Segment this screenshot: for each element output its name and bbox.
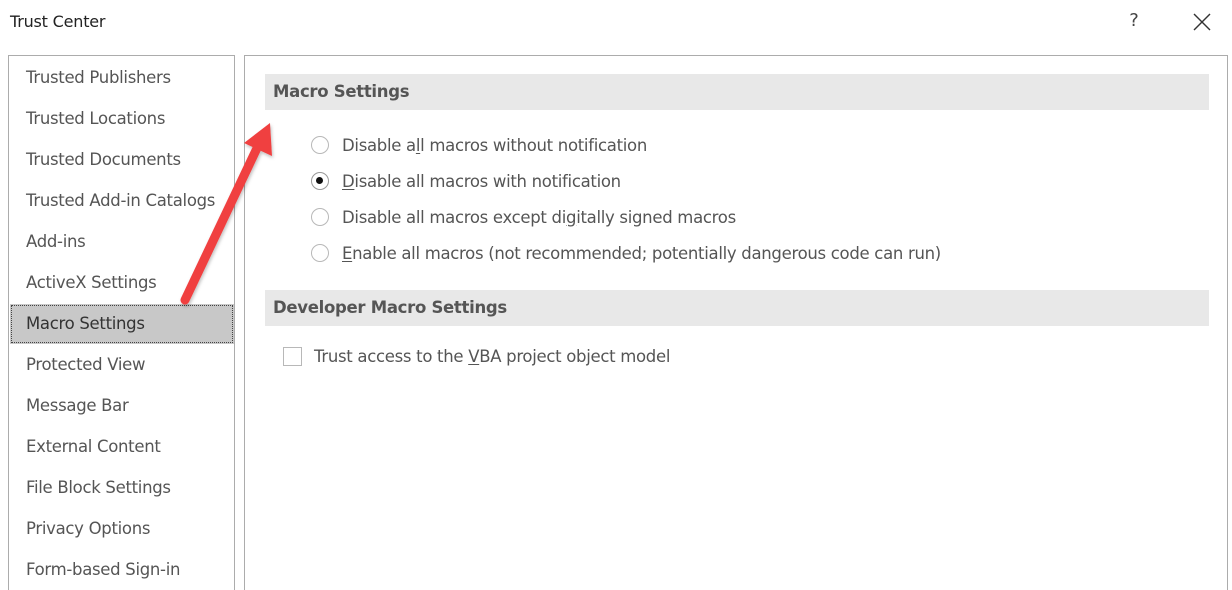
dialog-title: Trust Center bbox=[10, 12, 106, 31]
sidebar-item-message-bar[interactable]: Message Bar bbox=[10, 386, 234, 426]
sidebar-item-file-block-settings[interactable]: File Block Settings bbox=[10, 468, 234, 508]
radio-disable-without-notification[interactable]: Disable all macros without notification bbox=[311, 133, 647, 157]
radio-button[interactable] bbox=[311, 136, 329, 154]
checkbox[interactable] bbox=[283, 346, 302, 366]
sidebar-item-trusted-documents[interactable]: Trusted Documents bbox=[10, 140, 234, 180]
radio-disable-except-signed[interactable]: Disable all macros except digitally sign… bbox=[311, 205, 736, 229]
radio-button[interactable] bbox=[311, 244, 329, 262]
trust-center-dialog: Trust Center ? Trusted Publishers Truste… bbox=[0, 0, 1232, 590]
radio-label: Enable all macros (not recommended; pote… bbox=[342, 243, 941, 263]
sidebar-item-protected-view[interactable]: Protected View bbox=[10, 345, 234, 385]
sidebar-item-form-based-sign-in[interactable]: Form-based Sign-in bbox=[10, 550, 234, 590]
trust-vba-access-option[interactable]: Trust access to the VBA project object m… bbox=[283, 344, 670, 368]
radio-button[interactable] bbox=[311, 208, 329, 226]
sidebar-item-external-content[interactable]: External Content bbox=[10, 427, 234, 467]
settings-panel: Macro Settings Disable all macros withou… bbox=[244, 55, 1228, 590]
radio-label: Disable all macros with notification bbox=[342, 171, 621, 191]
sidebar-item-add-ins[interactable]: Add-ins bbox=[10, 222, 234, 262]
help-button[interactable]: ? bbox=[1124, 10, 1144, 34]
macro-settings-header: Macro Settings bbox=[265, 74, 1209, 110]
sidebar-item-macro-settings[interactable]: Macro Settings bbox=[10, 304, 234, 344]
radio-label: Disable all macros except digitally sign… bbox=[342, 207, 736, 227]
radio-enable-all-macros[interactable]: Enable all macros (not recommended; pote… bbox=[311, 241, 941, 265]
checkbox-label: Trust access to the VBA project object m… bbox=[314, 346, 671, 366]
sidebar-item-trusted-add-in-catalogs[interactable]: Trusted Add-in Catalogs bbox=[10, 181, 234, 221]
sidebar-item-activex-settings[interactable]: ActiveX Settings bbox=[10, 263, 234, 303]
radio-disable-with-notification[interactable]: Disable all macros with notification bbox=[311, 169, 621, 193]
radio-button-selected[interactable] bbox=[311, 172, 329, 190]
close-icon bbox=[1193, 13, 1211, 31]
sidebar-item-privacy-options[interactable]: Privacy Options bbox=[10, 509, 234, 549]
sidebar-item-trusted-publishers[interactable]: Trusted Publishers bbox=[10, 58, 234, 98]
sidebar-item-trusted-locations[interactable]: Trusted Locations bbox=[10, 99, 234, 139]
sidebar-nav: Trusted Publishers Trusted Locations Tru… bbox=[8, 55, 235, 590]
close-button[interactable] bbox=[1190, 10, 1214, 34]
developer-macro-settings-header: Developer Macro Settings bbox=[265, 290, 1209, 326]
radio-label: Disable all macros without notification bbox=[342, 135, 647, 155]
